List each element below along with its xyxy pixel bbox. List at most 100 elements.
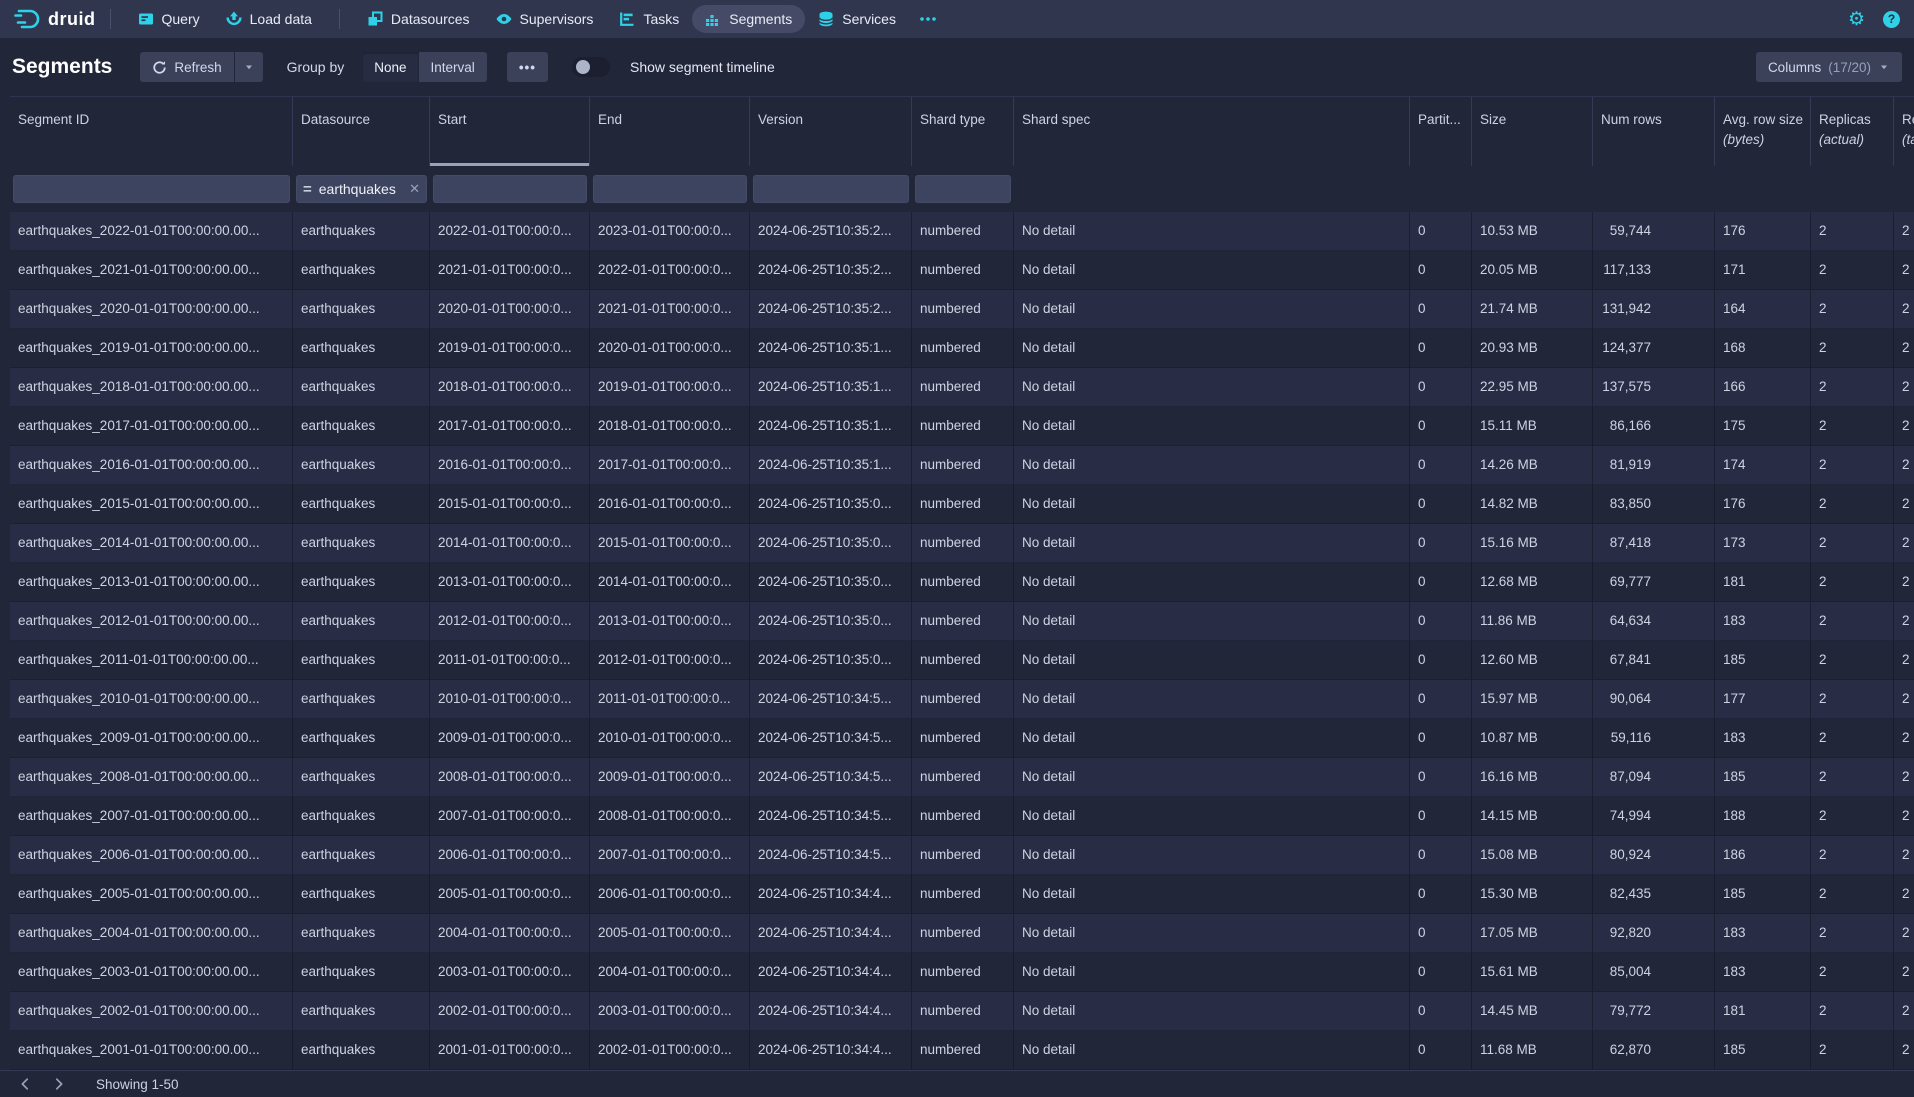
cell-replicas[interactable]: 2 [1811,797,1894,836]
cell-version[interactable]: 2024-06-25T10:34:4... [750,992,912,1031]
cell-num_rows[interactable]: 69,777 [1593,563,1715,602]
nav-item-load-data[interactable]: Load data [213,5,325,33]
cell-version[interactable]: 2024-06-25T10:35:0... [750,641,912,680]
cell-start[interactable]: 2022-01-01T00:00:0... [430,212,590,251]
cell-replication_factor[interactable]: 2 [1894,446,1914,485]
cell-version[interactable]: 2024-06-25T10:35:0... [750,563,912,602]
cell-start[interactable]: 2003-01-01T00:00:0... [430,953,590,992]
cell-num_rows[interactable]: 117,133 [1593,251,1715,290]
cell-size[interactable]: 15.11 MB [1472,407,1593,446]
cell-avg_row_size[interactable]: 177 [1715,680,1811,719]
cell-segment_id[interactable]: earthquakes_2019-01-01T00:00:00.00... [10,329,293,368]
cell-replication_factor[interactable]: 2 [1894,407,1914,446]
cell-segment_id[interactable]: earthquakes_2007-01-01T00:00:00.00... [10,797,293,836]
navbar-more-button[interactable] [909,5,947,33]
cell-shard_spec[interactable]: No detail [1014,368,1410,407]
cell-num_rows[interactable]: 79,772 [1593,992,1715,1031]
cell-version[interactable]: 2024-06-25T10:35:2... [750,251,912,290]
cell-shard_type[interactable]: numbered [912,524,1014,563]
cell-datasource[interactable]: earthquakes [293,602,430,641]
cell-replication_factor[interactable]: 2 [1894,368,1914,407]
cell-shard_type[interactable]: numbered [912,1031,1014,1070]
cell-shard_spec[interactable]: No detail [1014,602,1410,641]
cell-datasource[interactable]: earthquakes [293,446,430,485]
cell-shard_type[interactable]: numbered [912,992,1014,1031]
cell-shard_type[interactable]: numbered [912,563,1014,602]
cell-partition[interactable]: 0 [1410,797,1472,836]
cell-partition[interactable]: 0 [1410,329,1472,368]
cell-replication_factor[interactable]: 2 [1894,290,1914,329]
column-header-partition[interactable]: Partit... [1410,97,1472,166]
cell-end[interactable]: 2006-01-01T00:00:0... [590,875,750,914]
cell-avg_row_size[interactable]: 181 [1715,992,1811,1031]
cell-shard_spec[interactable]: No detail [1014,290,1410,329]
cell-start[interactable]: 2017-01-01T00:00:0... [430,407,590,446]
table-row[interactable]: earthquakes_2017-01-01T00:00:00.00...ear… [10,407,1914,446]
gear-icon[interactable]: ⚙ [1848,10,1865,29]
cell-replication_factor[interactable]: 2 [1894,485,1914,524]
cell-num_rows[interactable]: 92,820 [1593,914,1715,953]
cell-datasource[interactable]: earthquakes [293,368,430,407]
column-header-size[interactable]: Size [1472,97,1593,166]
filter-input-version[interactable] [753,175,909,203]
cell-avg_row_size[interactable]: 186 [1715,836,1811,875]
cell-segment_id[interactable]: earthquakes_2010-01-01T00:00:00.00... [10,680,293,719]
cell-shard_type[interactable]: numbered [912,836,1014,875]
cell-version[interactable]: 2024-06-25T10:34:4... [750,914,912,953]
cell-end[interactable]: 2017-01-01T00:00:0... [590,446,750,485]
cell-version[interactable]: 2024-06-25T10:35:0... [750,524,912,563]
cell-avg_row_size[interactable]: 166 [1715,368,1811,407]
cell-shard_type[interactable]: numbered [912,953,1014,992]
column-header-shard_type[interactable]: Shard type [912,97,1014,166]
cell-partition[interactable]: 0 [1410,251,1472,290]
cell-end[interactable]: 2018-01-01T00:00:0... [590,407,750,446]
table-row[interactable]: earthquakes_2018-01-01T00:00:00.00...ear… [10,368,1914,407]
cell-partition[interactable]: 0 [1410,485,1472,524]
cell-end[interactable]: 2015-01-01T00:00:0... [590,524,750,563]
cell-end[interactable]: 2002-01-01T00:00:0... [590,1031,750,1070]
cell-avg_row_size[interactable]: 168 [1715,329,1811,368]
cell-datasource[interactable]: earthquakes [293,914,430,953]
cell-partition[interactable]: 0 [1410,446,1472,485]
cell-partition[interactable]: 0 [1410,875,1472,914]
cell-replication_factor[interactable]: 2 [1894,797,1914,836]
cell-partition[interactable]: 0 [1410,992,1472,1031]
cell-replicas[interactable]: 2 [1811,680,1894,719]
column-header-datasource[interactable]: Datasource [293,97,430,166]
cell-replicas[interactable]: 2 [1811,524,1894,563]
cell-version[interactable]: 2024-06-25T10:34:4... [750,1031,912,1070]
cell-version[interactable]: 2024-06-25T10:34:5... [750,680,912,719]
cell-datasource[interactable]: earthquakes [293,524,430,563]
nav-item-supervisors[interactable]: Supervisors [483,5,607,33]
cell-datasource[interactable]: earthquakes [293,251,430,290]
filter-input-datasource[interactable]: =earthquakes✕ [296,175,427,203]
cell-shard_spec[interactable]: No detail [1014,719,1410,758]
cell-num_rows[interactable]: 59,116 [1593,719,1715,758]
cell-shard_type[interactable]: numbered [912,407,1014,446]
cell-shard_type[interactable]: numbered [912,875,1014,914]
cell-replicas[interactable]: 2 [1811,914,1894,953]
column-header-start[interactable]: Start [430,97,590,166]
cell-shard_type[interactable]: numbered [912,329,1014,368]
cell-replicas[interactable]: 2 [1811,368,1894,407]
cell-datasource[interactable]: earthquakes [293,641,430,680]
cell-avg_row_size[interactable]: 183 [1715,953,1811,992]
cell-avg_row_size[interactable]: 183 [1715,914,1811,953]
cell-avg_row_size[interactable]: 185 [1715,758,1811,797]
cell-version[interactable]: 2024-06-25T10:35:0... [750,602,912,641]
cell-num_rows[interactable]: 74,994 [1593,797,1715,836]
filter-input-start[interactable] [433,175,587,203]
table-row[interactable]: earthquakes_2003-01-01T00:00:00.00...ear… [10,953,1914,992]
cell-version[interactable]: 2024-06-25T10:35:0... [750,485,912,524]
cell-shard_spec[interactable]: No detail [1014,407,1410,446]
table-row[interactable]: earthquakes_2007-01-01T00:00:00.00...ear… [10,797,1914,836]
cell-replication_factor[interactable]: 2 [1894,875,1914,914]
cell-size[interactable]: 15.30 MB [1472,875,1593,914]
cell-datasource[interactable]: earthquakes [293,680,430,719]
cell-size[interactable]: 10.87 MB [1472,719,1593,758]
cell-num_rows[interactable]: 87,094 [1593,758,1715,797]
cell-version[interactable]: 2024-06-25T10:34:4... [750,875,912,914]
table-row[interactable]: earthquakes_2016-01-01T00:00:00.00...ear… [10,446,1914,485]
cell-segment_id[interactable]: earthquakes_2018-01-01T00:00:00.00... [10,368,293,407]
table-row[interactable]: earthquakes_2014-01-01T00:00:00.00...ear… [10,524,1914,563]
